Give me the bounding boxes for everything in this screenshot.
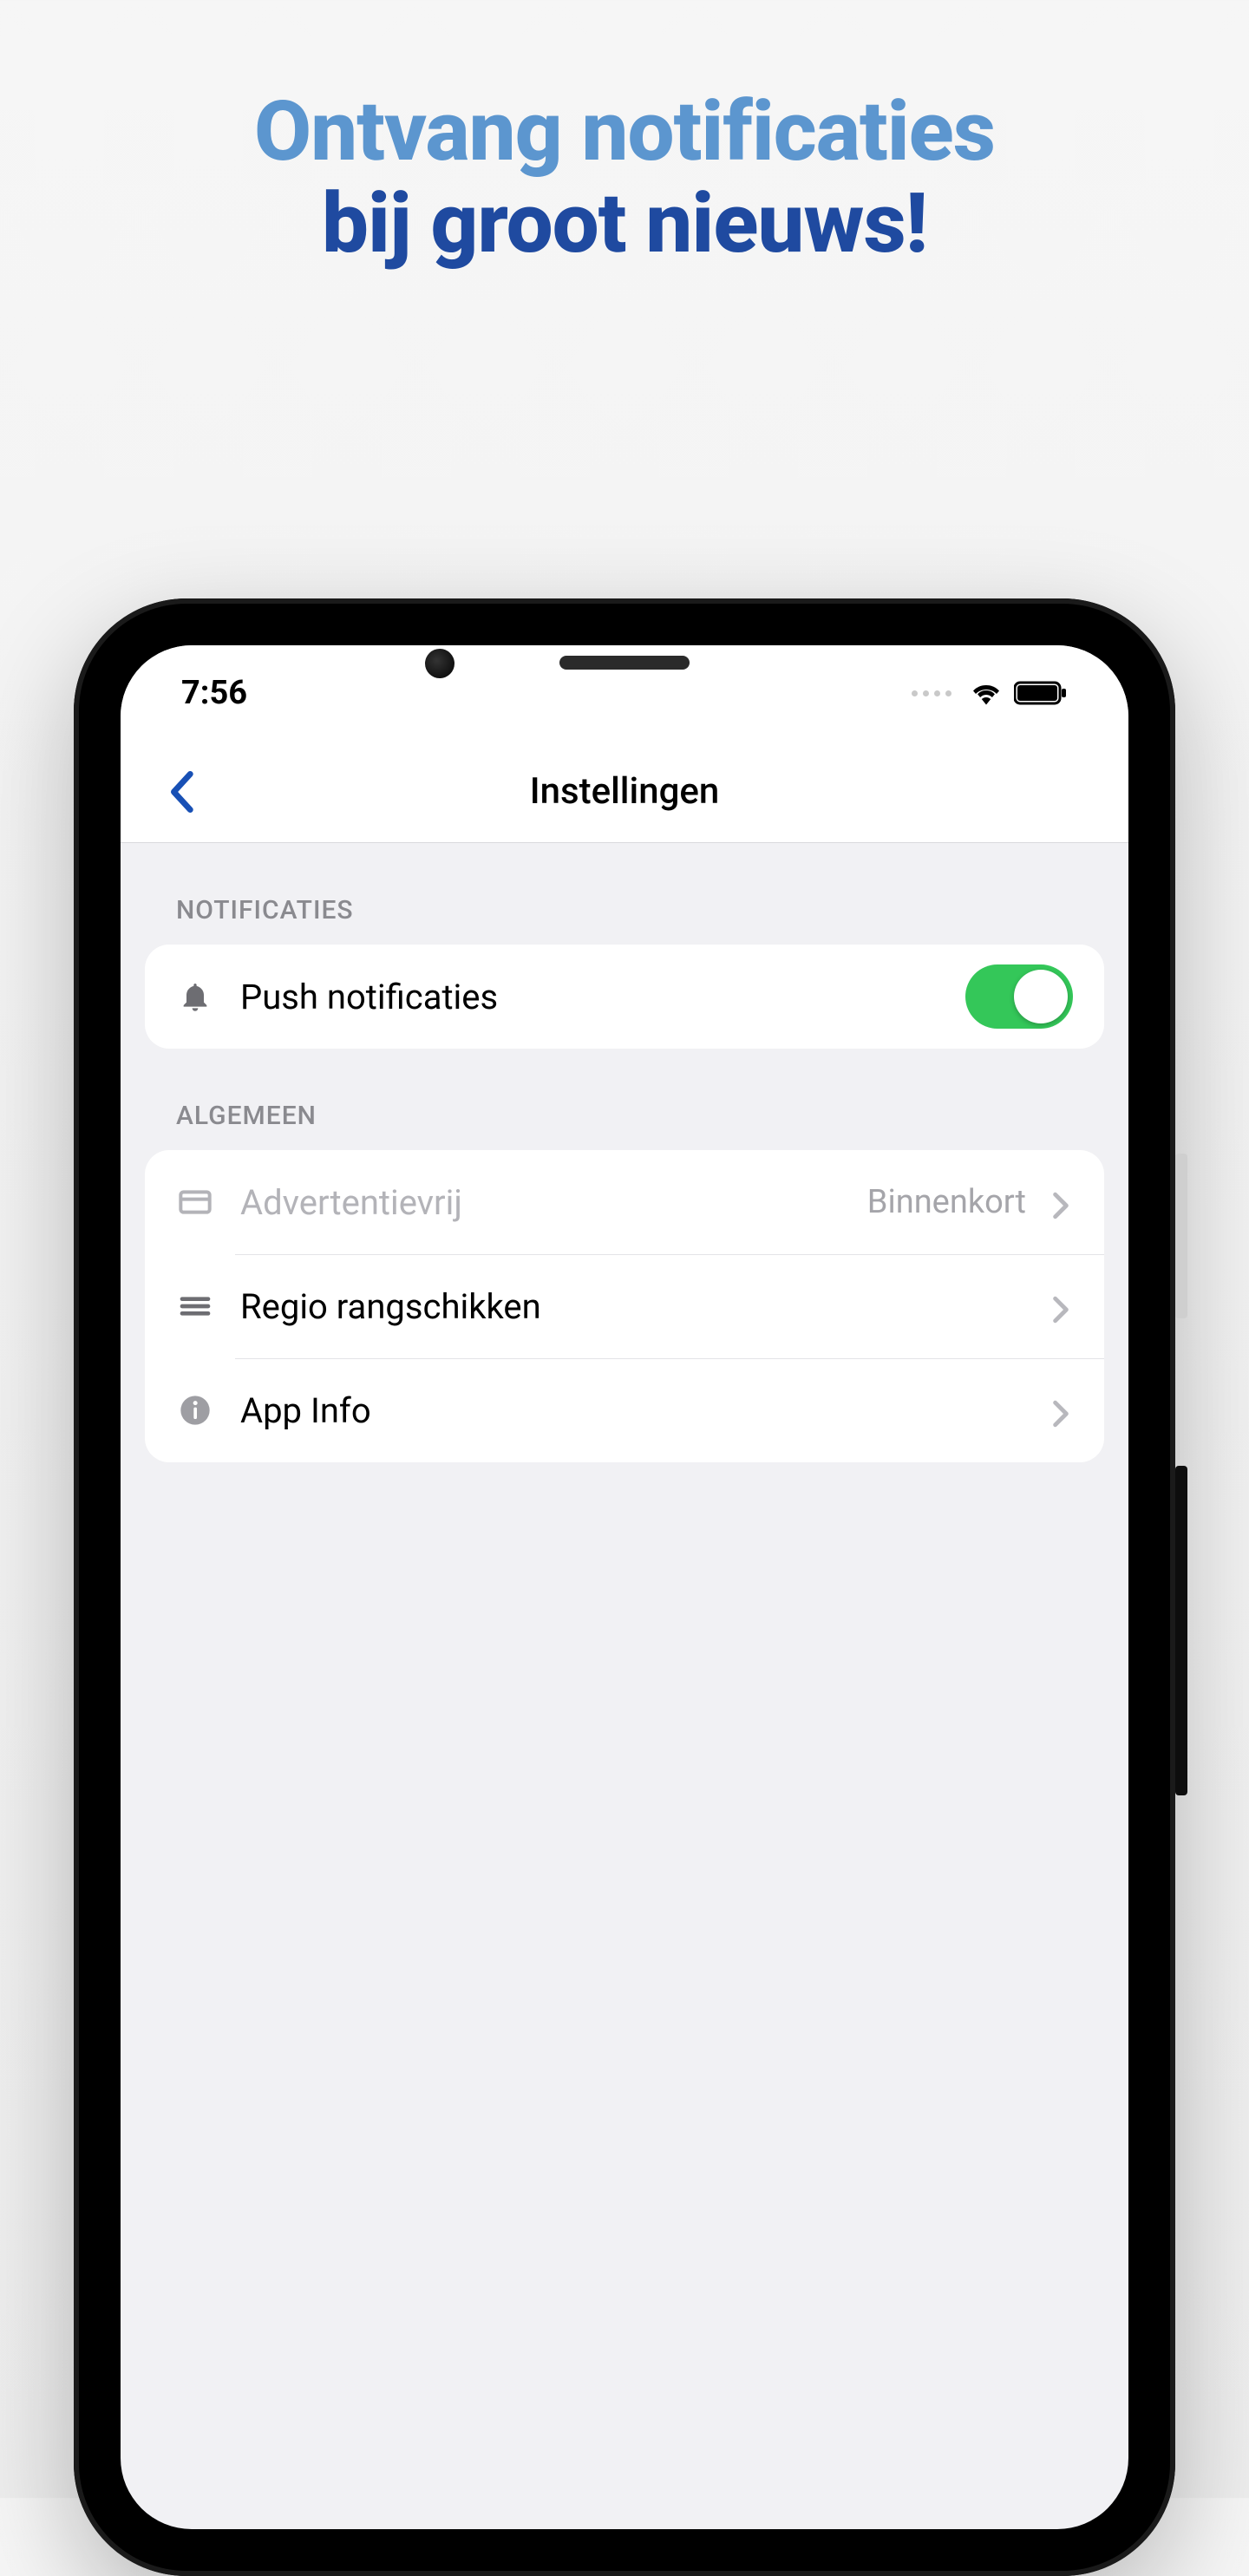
chevron-right-icon — [1052, 1192, 1073, 1213]
phone-speaker — [559, 656, 690, 670]
status-time: 7:56 — [181, 674, 247, 712]
app-info-label: App Info — [240, 1390, 1026, 1431]
card-icon — [176, 1183, 214, 1221]
headline-line-1: Ontvang notificaties — [0, 87, 1249, 179]
chevron-right-icon — [1052, 1296, 1073, 1317]
headline-line-2: bij groot nieuws! — [0, 179, 1249, 271]
reorder-region-label: Regio rangschikken — [240, 1286, 1026, 1327]
screen: 7:56 Instellingen — [121, 645, 1128, 2529]
battery-icon — [1014, 681, 1068, 705]
phone-frame: 7:56 Instellingen — [74, 598, 1175, 2576]
section-header-general: ALGEMEEN — [145, 1049, 1104, 1150]
chevron-right-icon — [1052, 1400, 1073, 1421]
reorder-icon — [176, 1287, 214, 1325]
row-ad-free[interactable]: Advertentievrij Binnenkort — [145, 1150, 1104, 1254]
marketing-headline: Ontvang notificaties bij groot nieuws! — [0, 87, 1249, 270]
notifications-card: Push notificaties — [145, 945, 1104, 1049]
row-push-notifications: Push notificaties — [145, 945, 1104, 1049]
push-notifications-toggle[interactable] — [965, 964, 1073, 1029]
bell-icon — [176, 977, 214, 1016]
phone-volume-button — [1175, 1466, 1187, 1795]
phone-camera — [425, 649, 454, 678]
row-app-info[interactable]: App Info — [145, 1358, 1104, 1462]
info-icon — [176, 1391, 214, 1429]
ad-free-label: Advertentievrij — [240, 1182, 841, 1223]
ad-free-value: Binnenkort — [867, 1183, 1026, 1221]
back-button[interactable] — [155, 766, 207, 818]
general-card: Advertentievrij Binnenkort Regio rangsch… — [145, 1150, 1104, 1462]
push-notifications-label: Push notificaties — [240, 977, 939, 1017]
phone-power-button — [1175, 1154, 1187, 1318]
row-reorder-region[interactable]: Regio rangschikken — [145, 1254, 1104, 1358]
nav-bar: Instellingen — [121, 741, 1128, 843]
wifi-icon — [971, 681, 1002, 705]
status-icons — [912, 681, 1068, 705]
page-title: Instellingen — [530, 770, 720, 813]
cellular-dots-icon — [912, 690, 951, 696]
section-header-notifications: NOTIFICATIES — [145, 843, 1104, 945]
